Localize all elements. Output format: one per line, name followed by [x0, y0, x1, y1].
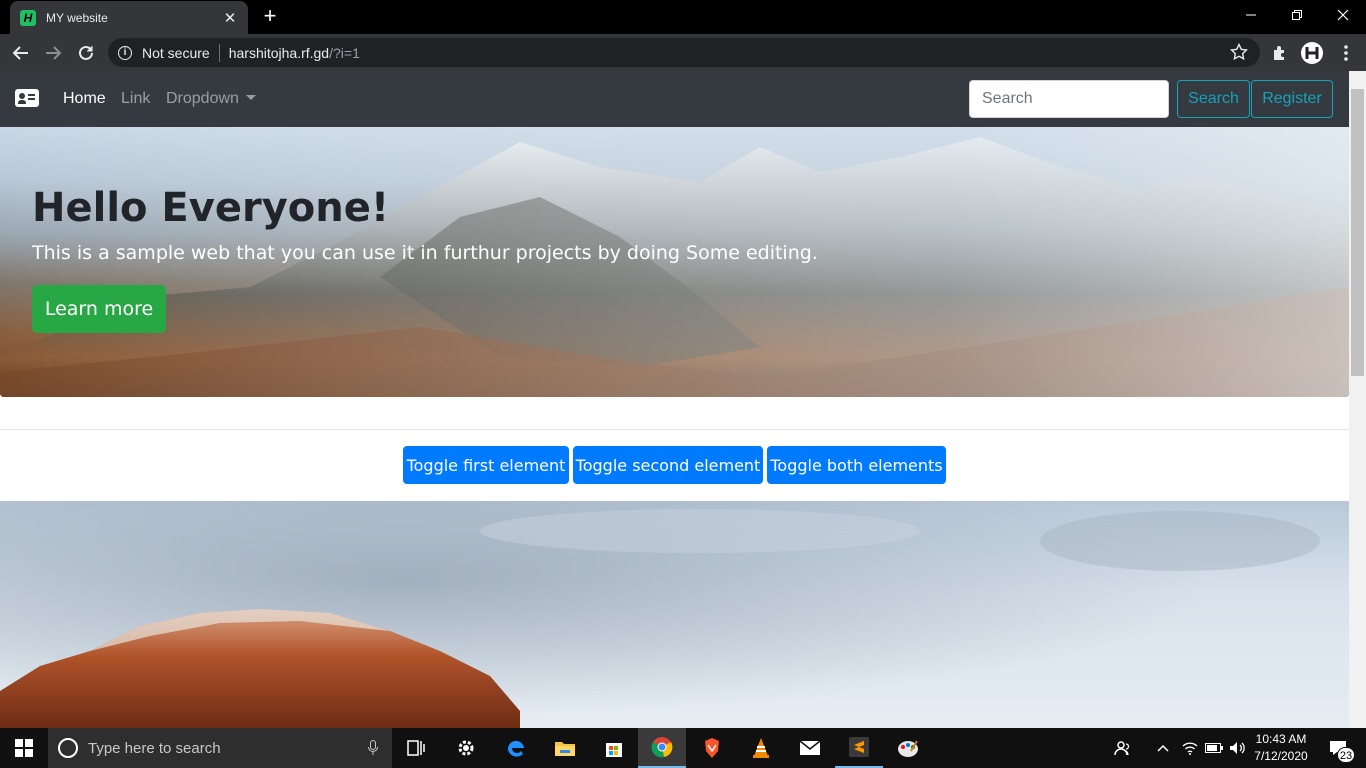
new-tab-button[interactable]: + [258, 4, 282, 28]
store-icon[interactable] [590, 728, 638, 768]
navbar-search-input[interactable] [969, 80, 1169, 118]
brave-browser-icon[interactable] [688, 728, 736, 768]
forward-button[interactable] [40, 40, 66, 66]
minimize-button[interactable] [1228, 0, 1274, 30]
paint-app-icon[interactable] [884, 728, 932, 768]
close-window-button[interactable] [1320, 0, 1366, 30]
url-path: /?i=1 [329, 44, 360, 61]
security-label[interactable]: Not secure [142, 45, 210, 61]
extensions-puzzle-icon[interactable] [1267, 40, 1293, 66]
reload-button[interactable] [73, 40, 99, 66]
toggle-both-button[interactable]: Toggle both elements [767, 446, 946, 484]
nav-link[interactable]: Link [121, 90, 150, 108]
bookmark-star-icon[interactable] [1229, 42, 1249, 66]
tab-close-icon[interactable]: ✕ [222, 9, 238, 27]
page-viewport: Home Link Dropdown Search Register [0, 71, 1349, 728]
file-explorer-icon[interactable] [541, 728, 589, 768]
taskbar-search-placeholder: Type here to search [88, 739, 221, 757]
cortana-icon [58, 738, 78, 758]
site-favicon-icon: H [20, 9, 36, 26]
page-scrollbar[interactable] [1349, 71, 1366, 728]
register-button[interactable]: Register [1251, 80, 1333, 118]
browser-tab[interactable]: H MY website ✕ [10, 1, 248, 34]
mail-icon[interactable] [786, 728, 834, 768]
cliff-background-image [0, 501, 1349, 728]
nav-dropdown[interactable]: Dropdown [166, 90, 256, 108]
profile-avatar[interactable] [1299, 40, 1325, 66]
restore-button[interactable] [1274, 0, 1320, 30]
notification-center-icon[interactable]: 23 [1318, 728, 1358, 768]
microphone-icon[interactable] [368, 740, 378, 761]
section-divider [0, 429, 1349, 430]
chrome-icon[interactable] [638, 728, 686, 768]
url-host: harshitojha.rf.gd [228, 44, 330, 61]
taskbar-time[interactable]: 10:43 AM [1250, 732, 1312, 746]
site-navbar: Home Link Dropdown Search Register [0, 71, 1349, 127]
tray-chevron-up-icon[interactable] [1150, 728, 1176, 768]
tab-title: MY website [46, 10, 108, 25]
notification-count-badge: 23 [1337, 747, 1355, 763]
taskbar-date[interactable]: 7/12/2020 [1250, 749, 1312, 763]
nav-home[interactable]: Home [63, 90, 106, 108]
jumbotron-lead: This is a sample web that you can use it… [32, 242, 818, 264]
browser-tab-strip: H MY website ✕ + [0, 0, 1366, 34]
volume-icon[interactable] [1226, 728, 1250, 768]
toggle-button-group: Toggle first element Toggle second eleme… [0, 446, 1349, 484]
cliff-hero-image [0, 501, 1349, 728]
jumbotron: Hello Everyone! This is a sample web tha… [0, 127, 1349, 397]
scrollbar-thumb[interactable] [1351, 89, 1364, 376]
edge-browser-icon[interactable] [492, 728, 540, 768]
search-button[interactable]: Search [1177, 80, 1250, 118]
toggle-first-button[interactable]: Toggle first element [403, 446, 569, 484]
jumbotron-title: Hello Everyone! [32, 185, 390, 231]
windows-start-icon[interactable] [0, 728, 48, 768]
toggle-second-button[interactable]: Toggle second element [573, 446, 763, 484]
wifi-icon[interactable] [1178, 728, 1202, 768]
people-icon[interactable] [1105, 728, 1141, 768]
taskbar-search-box[interactable]: Type here to search [48, 728, 392, 768]
brand-id-card-icon[interactable] [15, 89, 39, 107]
back-button[interactable] [8, 40, 34, 66]
sublime-text-icon[interactable] [835, 728, 883, 768]
settings-gear-icon[interactable] [442, 728, 490, 768]
vlc-icon[interactable] [737, 728, 785, 768]
address-bar[interactable]: i Not secure harshitojha.rf.gd /?i=1 [108, 38, 1260, 67]
windows-taskbar: Type here to search 10:43 AM 7/12/2020 2… [0, 728, 1366, 768]
browser-toolbar: i Not secure harshitojha.rf.gd /?i=1 [0, 34, 1366, 71]
address-divider [218, 43, 220, 62]
chrome-menu-icon[interactable] [1333, 40, 1359, 66]
info-icon[interactable]: i [118, 45, 132, 60]
battery-icon[interactable] [1202, 728, 1226, 768]
task-view-icon[interactable] [392, 728, 440, 768]
nav-dropdown-label: Dropdown [166, 90, 239, 107]
caret-down-icon [245, 95, 256, 100]
learn-more-button[interactable]: Learn more [32, 285, 166, 333]
